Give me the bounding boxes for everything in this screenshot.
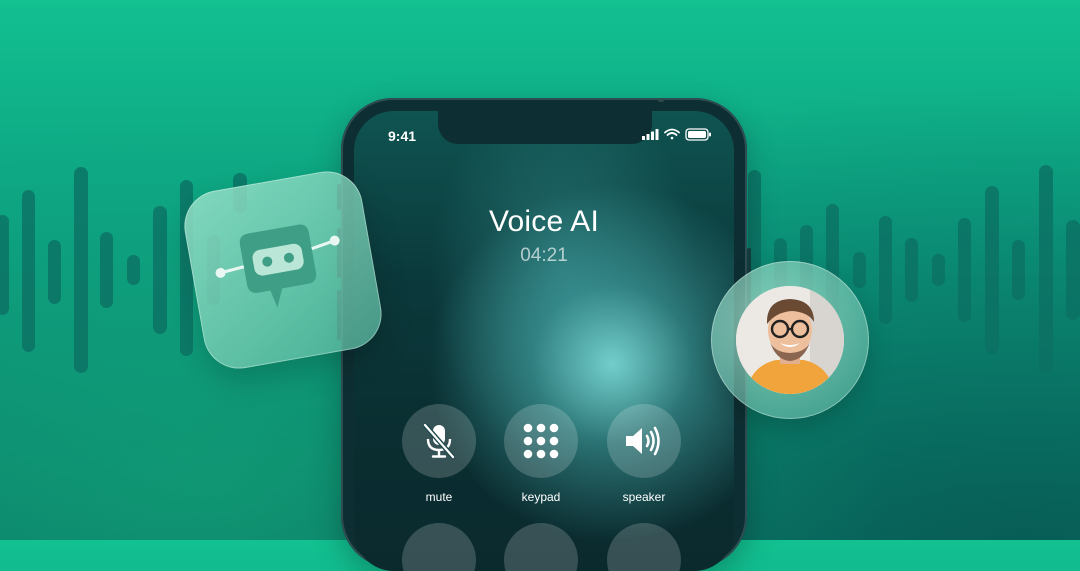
call-control-button[interactable] [402,523,476,571]
phone-mockup: 9:41 Voice AI 04:21 mute keypad speaker [337,98,751,571]
signal-icon [642,129,659,140]
caller-name: Voice AI [488,205,599,238]
keypad-icon [523,423,559,459]
camera-dot [658,98,664,102]
call-control-button[interactable] [607,523,681,571]
call-control-button[interactable] [504,523,578,571]
call-screen: 9:41 Voice AI 04:21 mute keypad speaker [354,111,734,571]
keypad-label: keypad [521,490,561,504]
battery-icon [685,128,711,141]
user-avatar-bubble [711,261,869,419]
mute-label: mute [425,490,453,504]
speaker-button[interactable] [607,404,681,478]
call-duration: 04:21 [520,245,568,266]
speaker-label: speaker [622,490,666,504]
wifi-icon [664,128,680,140]
mic-off-icon [423,423,455,459]
user-photo-icon [736,286,844,394]
phone-notch [438,111,652,144]
chat-bot-icon [215,224,340,308]
status-time: 9:41 [388,128,417,144]
mute-button[interactable] [402,404,476,478]
keypad-button[interactable] [504,404,578,478]
ai-bot-badge [178,165,388,375]
avatar [736,286,844,394]
speaker-icon [626,426,660,456]
status-icons [642,128,711,141]
